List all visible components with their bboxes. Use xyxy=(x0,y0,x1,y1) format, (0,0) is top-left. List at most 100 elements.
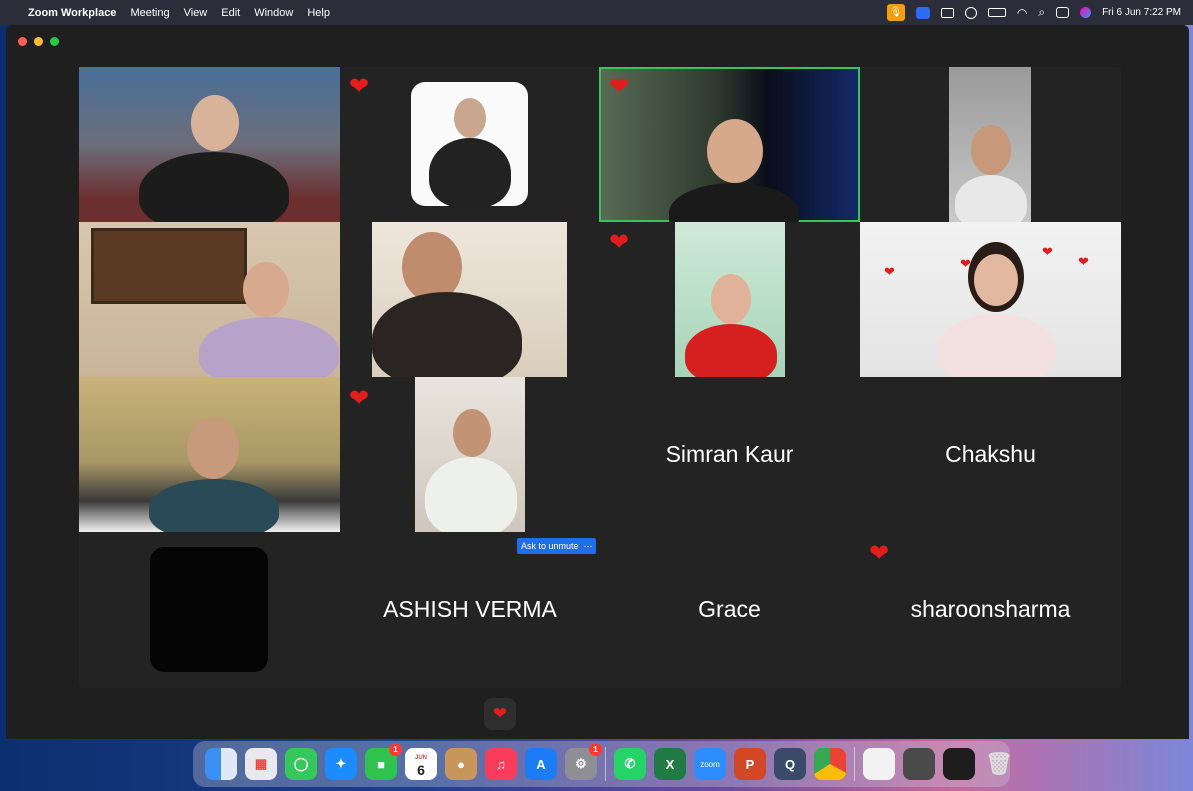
minimize-window-button[interactable] xyxy=(34,37,43,46)
play-icon[interactable] xyxy=(964,6,977,19)
participant-face xyxy=(191,95,239,151)
contacts-icon[interactable]: ● xyxy=(445,748,477,780)
heart-filter-icon: ❤ xyxy=(884,264,895,279)
search-icon[interactable]: ⌕ xyxy=(1038,5,1045,20)
close-window-button[interactable] xyxy=(18,37,27,46)
facetime-icon[interactable]: ■ 1 xyxy=(365,743,402,780)
heart-filter-icon: ❤ xyxy=(1042,244,1053,259)
participant-tile-grace[interactable]: Grace xyxy=(599,532,860,687)
calendar-icon[interactable]: JUN 6 xyxy=(405,748,437,780)
participant-video-1[interactable] xyxy=(79,67,340,222)
dock: ▦ ◯ ✦ ■ 1 JUN 6 ● ♫ A ⚙ 1 ✆ X zoom P Q 🗑 xyxy=(193,741,1013,787)
notification-badge: 1 xyxy=(389,743,402,756)
dock-separator xyxy=(854,747,855,781)
excel-icon[interactable]: X xyxy=(654,748,686,780)
quicktime-icon[interactable]: Q xyxy=(774,748,806,780)
minimized-window-1[interactable] xyxy=(863,748,895,780)
whatsapp-icon[interactable]: ✆ xyxy=(614,748,646,780)
participant-face xyxy=(971,125,1011,175)
participant-photo-2[interactable] xyxy=(411,82,528,206)
participant-body xyxy=(149,479,279,532)
participant-body xyxy=(372,292,522,377)
minimized-window-2[interactable] xyxy=(903,748,935,780)
participant-body xyxy=(139,152,289,222)
trash-icon[interactable]: 🗑 xyxy=(983,748,1015,780)
menu-meeting[interactable]: Meeting xyxy=(130,7,169,19)
participant-video-7[interactable] xyxy=(675,222,785,377)
screen-mirror-icon[interactable] xyxy=(940,7,954,18)
participant-video-10[interactable] xyxy=(415,377,525,532)
battery-icon[interactable] xyxy=(987,8,1006,17)
microphone-icon[interactable]: 🎙 xyxy=(886,4,905,21)
participant-tile-sharoonsharma[interactable]: sharoonsharma xyxy=(860,532,1121,687)
finder-icon[interactable] xyxy=(205,748,237,780)
participant-face xyxy=(187,417,239,479)
participant-tile-simran-kaur[interactable]: Simran Kaur xyxy=(599,377,860,532)
heart-reaction-icon: ❤ xyxy=(349,385,370,412)
menu-clock[interactable]: Fri 6 Jun 7:22 PM xyxy=(1102,7,1181,18)
safari-icon[interactable]: ✦ xyxy=(325,748,357,780)
heart-reaction-icon: ❤ xyxy=(609,73,630,100)
participant-video-9[interactable] xyxy=(79,377,340,532)
calendar-day: 6 xyxy=(417,762,425,778)
participant-face xyxy=(974,254,1018,306)
profile-placeholder xyxy=(150,547,268,672)
participant-body xyxy=(429,138,511,206)
participant-tile-chakshu[interactable]: Chakshu xyxy=(860,377,1121,532)
participant-video-6[interactable] xyxy=(372,222,567,377)
participant-video-8[interactable]: ❤ ❤ ❤ ❤ xyxy=(860,222,1121,377)
window-controls xyxy=(18,37,59,46)
menu-window[interactable]: Window xyxy=(254,7,293,19)
minimized-window-3[interactable] xyxy=(943,748,975,780)
participant-name: sharoonsharma xyxy=(910,596,1071,622)
participant-video-4[interactable] xyxy=(949,67,1031,222)
participant-body xyxy=(685,324,777,377)
music-icon[interactable]: ♫ xyxy=(485,748,517,780)
participant-face xyxy=(711,274,751,324)
participant-face xyxy=(243,262,289,317)
participant-name: Grace xyxy=(698,596,761,622)
participant-body xyxy=(955,175,1027,222)
participant-video-3-active-speaker[interactable]: ❤ xyxy=(599,67,860,222)
participant-body xyxy=(199,317,339,377)
menu-bar: Zoom Workplace Meeting View Edit Window … xyxy=(0,0,1193,25)
participant-name: Chakshu xyxy=(945,441,1036,467)
heart-filter-icon: ❤ xyxy=(960,256,971,271)
heart-reaction-icon: ❤ xyxy=(349,73,370,100)
dock-separator xyxy=(605,747,606,781)
participant-face xyxy=(707,119,763,183)
participant-tile-blank[interactable] xyxy=(79,532,340,687)
launchpad-icon[interactable]: ▦ xyxy=(245,748,277,780)
messages-icon[interactable]: ◯ xyxy=(285,748,317,780)
powerpoint-icon[interactable]: P xyxy=(734,748,766,780)
participant-body xyxy=(938,314,1056,377)
menu-app-name[interactable]: Zoom Workplace xyxy=(28,7,116,19)
participant-body xyxy=(669,183,799,222)
participant-face xyxy=(453,409,491,457)
participant-body xyxy=(425,457,517,532)
heart-icon: ❤ xyxy=(492,704,508,723)
wifi-icon[interactable]: ◠ xyxy=(1017,6,1027,20)
reaction-heart-button[interactable]: ❤ xyxy=(484,698,516,730)
control-center-icon[interactable] xyxy=(1056,7,1070,18)
gallery-view: ❤ ❤ ❤ ❤ ❤ ❤ ❤ ❤ Simran Kaur Chakshu Ask … xyxy=(79,67,1121,688)
chrome-icon[interactable] xyxy=(814,748,846,780)
participant-video-5[interactable] xyxy=(79,222,340,377)
zoom-window-button[interactable] xyxy=(50,37,59,46)
system-settings-icon[interactable]: ⚙ 1 xyxy=(565,743,602,780)
menu-help[interactable]: Help xyxy=(307,7,330,19)
participant-face xyxy=(454,98,486,138)
notification-badge: 1 xyxy=(589,743,602,756)
heart-filter-icon: ❤ xyxy=(1078,254,1089,269)
heart-reaction-icon: ❤ xyxy=(609,229,630,256)
zoom-status-icon[interactable] xyxy=(915,6,930,19)
siri-icon[interactable] xyxy=(1080,7,1092,18)
menu-edit[interactable]: Edit xyxy=(221,7,240,19)
zoom-app-icon[interactable]: zoom xyxy=(694,748,726,780)
zoom-window: ❤ ❤ ❤ ❤ ❤ ❤ ❤ ❤ Simran Kaur Chakshu Ask … xyxy=(6,25,1189,739)
participant-name: ASHISH VERMA xyxy=(383,596,557,622)
participant-tile-ashish-verma[interactable]: ASHISH VERMA xyxy=(340,532,600,687)
participant-name: Simran Kaur xyxy=(665,441,794,467)
app-store-icon[interactable]: A xyxy=(525,748,557,780)
menu-view[interactable]: View xyxy=(184,7,208,19)
